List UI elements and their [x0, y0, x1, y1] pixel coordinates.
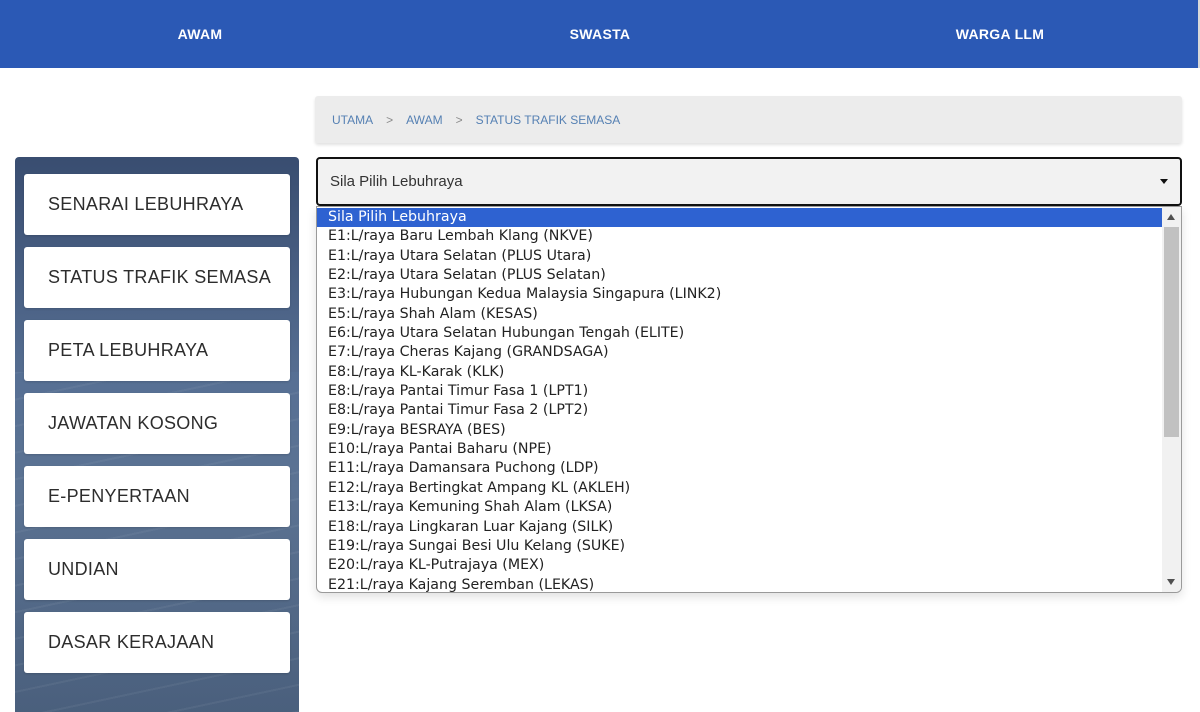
- highway-option[interactable]: E1:L/raya Utara Selatan (PLUS Utara): [317, 247, 1163, 266]
- sidebar-item-peta-lebuhraya[interactable]: PETA LEBUHRAYA: [24, 320, 290, 381]
- highway-option[interactable]: E7:L/raya Cheras Kajang (GRANDSAGA): [317, 343, 1163, 362]
- highway-option[interactable]: E1:L/raya Baru Lembah Klang (NKVE): [317, 227, 1163, 246]
- caret-down-icon: [1160, 179, 1168, 184]
- breadcrumb-awam[interactable]: AWAM: [406, 113, 442, 127]
- sidebar-menu: SENARAI LEBUHRAYA STATUS TRAFIK SEMASA P…: [15, 157, 299, 712]
- highway-select[interactable]: Sila Pilih Lebuhraya: [316, 157, 1182, 206]
- sidebar-item-jawatan-kosong[interactable]: JAWATAN KOSONG: [24, 393, 290, 454]
- highway-option[interactable]: E10:L/raya Pantai Baharu (NPE): [317, 440, 1163, 459]
- nav-item-swasta[interactable]: SWASTA: [400, 0, 800, 68]
- breadcrumb-separator: >: [455, 112, 463, 127]
- sidebar-item-senarai-lebuhraya[interactable]: SENARAI LEBUHRAYA: [24, 174, 290, 235]
- sidebar-item-dasar-kerajaan[interactable]: DASAR KERAJAAN: [24, 612, 290, 673]
- highway-option[interactable]: E20:L/raya KL-Putrajaya (MEX): [317, 556, 1163, 575]
- breadcrumb: UTAMA > AWAM > STATUS TRAFIK SEMASA: [315, 96, 1182, 143]
- scroll-down-arrow-icon[interactable]: [1167, 579, 1175, 585]
- highway-option[interactable]: E3:L/raya Hubungan Kedua Malaysia Singap…: [317, 285, 1163, 304]
- highway-option[interactable]: E11:L/raya Damansara Puchong (LDP): [317, 459, 1163, 478]
- nav-item-awam[interactable]: AWAM: [0, 0, 400, 68]
- sidebar-item-e-penyertaan[interactable]: E-PENYERTAAN: [24, 466, 290, 527]
- highway-option[interactable]: E5:L/raya Shah Alam (KESAS): [317, 305, 1163, 324]
- highway-option[interactable]: E21:L/raya Kajang Seremban (LEKAS): [317, 576, 1163, 592]
- sidebar-item-status-trafik-semasa[interactable]: STATUS TRAFIK SEMASA: [24, 247, 290, 308]
- highway-dropdown-list: Sila Pilih Lebuhraya E1:L/raya Baru Lemba…: [316, 206, 1182, 593]
- highway-option[interactable]: E13:L/raya Kemuning Shah Alam (LKSA): [317, 498, 1163, 517]
- highway-option[interactable]: E8:L/raya Pantai Timur Fasa 1 (LPT1): [317, 382, 1163, 401]
- highway-option[interactable]: E6:L/raya Utara Selatan Hubungan Tengah …: [317, 324, 1163, 343]
- scroll-up-arrow-icon[interactable]: [1167, 214, 1175, 220]
- breadcrumb-utama[interactable]: UTAMA: [332, 113, 373, 127]
- highway-options: Sila Pilih Lebuhraya E1:L/raya Baru Lemba…: [317, 208, 1163, 592]
- breadcrumb-status-trafik-semasa[interactable]: STATUS TRAFIK SEMASA: [476, 113, 621, 127]
- top-navigation: AWAM SWASTA WARGA LLM: [0, 0, 1200, 68]
- highway-option[interactable]: E8:L/raya Pantai Timur Fasa 2 (LPT2): [317, 401, 1163, 420]
- dropdown-scrollbar[interactable]: [1162, 207, 1181, 592]
- highway-option[interactable]: E18:L/raya Lingkaran Luar Kajang (SILK): [317, 518, 1163, 537]
- highway-option[interactable]: E2:L/raya Utara Selatan (PLUS Selatan): [317, 266, 1163, 285]
- nav-item-warga-llm[interactable]: WARGA LLM: [800, 0, 1200, 68]
- breadcrumb-separator: >: [386, 112, 394, 127]
- sidebar-item-undian[interactable]: UNDIAN: [24, 539, 290, 600]
- highway-select-value: Sila Pilih Lebuhraya: [330, 173, 463, 190]
- highway-option[interactable]: Sila Pilih Lebuhraya: [317, 208, 1163, 228]
- highway-option[interactable]: E8:L/raya KL-Karak (KLK): [317, 363, 1163, 382]
- highway-option[interactable]: E12:L/raya Bertingkat Ampang KL (AKLEH): [317, 479, 1163, 498]
- highway-option[interactable]: E9:L/raya BESRAYA (BES): [317, 421, 1163, 440]
- scrollbar-thumb[interactable]: [1164, 227, 1179, 437]
- highway-option[interactable]: E19:L/raya Sungai Besi Ulu Kelang (SUKE): [317, 537, 1163, 556]
